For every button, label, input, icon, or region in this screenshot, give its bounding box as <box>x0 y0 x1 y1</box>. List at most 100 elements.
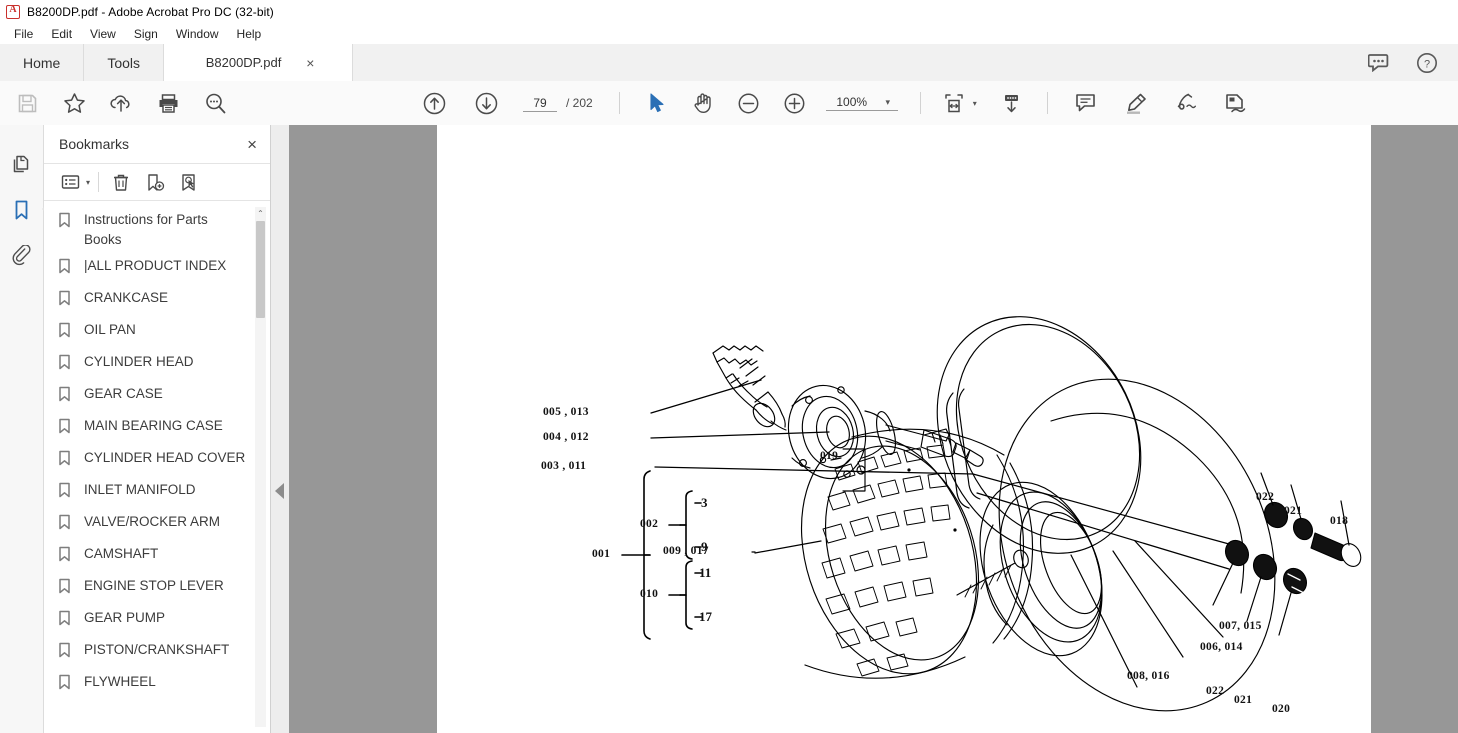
scroll-page-button[interactable] <box>995 87 1029 119</box>
diagram-label-004-012: 004 , 012 <box>543 431 589 443</box>
diagram-label-022-top: 022 <box>1256 491 1275 503</box>
bookmark-flag-icon <box>58 290 73 307</box>
close-icon[interactable]: × <box>303 56 317 70</box>
close-icon[interactable]: × <box>244 136 260 153</box>
scrollbar-thumb[interactable] <box>256 221 265 318</box>
next-page-button[interactable] <box>469 87 503 119</box>
bookmark-label: GEAR PUMP <box>84 610 166 625</box>
bookmark-label: FLYWHEEL <box>84 674 156 689</box>
list-item[interactable]: FLYWHEEL <box>44 669 270 701</box>
attachments-icon[interactable] <box>5 239 39 273</box>
document-viewport[interactable]: 005 , 013 004 , 012 003 , 011 019 001 00… <box>289 125 1458 733</box>
menu-sign[interactable]: Sign <box>125 25 167 43</box>
chevron-down-icon[interactable]: ▾ <box>878 97 898 108</box>
bookmark-flag-icon <box>58 386 73 403</box>
star-icon[interactable] <box>57 87 91 119</box>
trash-icon[interactable] <box>107 169 135 195</box>
bookmark-label: OIL PAN <box>84 322 136 337</box>
list-item[interactable]: OIL PAN <box>44 317 270 349</box>
bookmarks-toolbar: ▾ <box>44 164 270 201</box>
diagram-label-022-bottom: 022 <box>1206 685 1225 697</box>
zoom-level-control[interactable]: 100% ▾ <box>825 95 898 111</box>
fill-and-sign-icon[interactable] <box>1219 87 1253 119</box>
diagram-label-008-016: 008, 016 <box>1127 670 1170 682</box>
bookmark-flag-icon <box>58 514 73 531</box>
previous-page-button[interactable] <box>417 87 451 119</box>
menu-file[interactable]: File <box>5 25 42 43</box>
bookmark-flag-icon <box>58 322 73 339</box>
pdf-page: 005 , 013 004 , 012 003 , 011 019 001 00… <box>437 125 1371 733</box>
fit-page-chevron-down-icon[interactable]: ▾ <box>973 99 977 108</box>
bookmark-label: ENGINE STOP LEVER <box>84 578 224 593</box>
bookmark-flag-icon <box>58 674 73 691</box>
bookmarks-panel: Bookmarks × ▾ Instructions for Parts Boo… <box>44 125 271 733</box>
bookmark-flag-icon <box>58 642 73 659</box>
page-number-input[interactable] <box>523 94 557 112</box>
zoom-out-button[interactable] <box>732 87 766 119</box>
panel-splitter[interactable] <box>271 125 290 733</box>
bookmark-flag-icon <box>58 354 73 371</box>
bookmark-flag-icon <box>58 418 73 435</box>
sign-pen-icon[interactable] <box>1169 87 1203 119</box>
tab-strip: Home Tools B8200DP.pdf × ? <box>0 44 1458 82</box>
title-bar: B8200DP.pdf - Adobe Acrobat Pro DC (32-b… <box>0 0 1458 23</box>
bookmark-options-chevron-down-icon[interactable]: ▾ <box>86 178 90 187</box>
bookmark-options-icon[interactable] <box>56 169 84 195</box>
diagram-label-002: 002 <box>640 518 659 530</box>
list-item[interactable]: CYLINDER HEAD <box>44 349 270 381</box>
comment-icon[interactable] <box>1069 87 1103 119</box>
page-total-label: / 202 <box>566 96 593 110</box>
select-tool-button[interactable] <box>640 87 674 119</box>
diagram-label-019: 019 <box>820 450 839 462</box>
new-bookmark-icon[interactable] <box>141 169 169 195</box>
tab-home[interactable]: Home <box>0 44 85 81</box>
bookmark-label: Instructions for Parts Books <box>84 212 208 247</box>
list-item[interactable]: CYLINDER HEAD COVER <box>44 445 270 477</box>
tab-tools[interactable]: Tools <box>84 44 165 81</box>
collapse-panel-icon[interactable] <box>275 483 284 499</box>
diagram-label-005-013: 005 , 013 <box>543 406 589 418</box>
page-thumbnails-icon[interactable] <box>5 147 39 181</box>
goto-bookmark-icon[interactable] <box>175 169 203 195</box>
acrobat-icon <box>6 4 20 19</box>
list-item[interactable]: INLET MANIFOLD <box>44 477 270 509</box>
list-item[interactable]: VALVE/ROCKER ARM <box>44 509 270 541</box>
menu-edit[interactable]: Edit <box>42 25 81 43</box>
navigation-rail <box>0 125 50 733</box>
list-item[interactable]: CRANKCASE <box>44 285 270 317</box>
menu-window[interactable]: Window <box>167 25 228 43</box>
bookmarks-icon[interactable] <box>5 193 50 227</box>
print-icon[interactable] <box>151 87 185 119</box>
help-circle-icon[interactable]: ? <box>1414 50 1440 76</box>
cloud-upload-icon[interactable] <box>104 87 138 119</box>
diagram-label-018: 018 <box>1330 515 1349 527</box>
diagram-label-17: 17 <box>699 609 712 624</box>
bookmark-label: VALVE/ROCKER ARM <box>84 514 221 529</box>
list-item[interactable]: ENGINE STOP LEVER <box>44 573 270 605</box>
zoom-in-button[interactable] <box>778 87 812 119</box>
list-item[interactable]: MAIN BEARING CASE <box>44 413 270 445</box>
list-item[interactable]: PISTON/CRANKSHAFT <box>44 637 270 669</box>
bookmark-label: CAMSHAFT <box>84 546 159 561</box>
tab-document[interactable]: B8200DP.pdf × <box>164 44 354 81</box>
comment-balloon-icon[interactable] <box>1366 50 1392 76</box>
scroll-up-icon[interactable]: ⌃ <box>255 207 266 220</box>
menu-help[interactable]: Help <box>228 25 271 43</box>
menu-bar: File Edit View Sign Window Help <box>0 23 1458 44</box>
search-icon[interactable] <box>198 87 232 119</box>
diagram-label-003-011: 003 , 011 <box>541 460 587 472</box>
list-item[interactable]: GEAR CASE <box>44 381 270 413</box>
menu-view[interactable]: View <box>81 25 125 43</box>
bookmark-flag-icon <box>58 610 73 627</box>
bookmark-label: MAIN BEARING CASE <box>84 418 223 433</box>
list-item[interactable]: CAMSHAFT <box>44 541 270 573</box>
list-item[interactable]: GEAR PUMP <box>44 605 270 637</box>
bookmarks-list[interactable]: Instructions for Parts Books |ALL PRODUC… <box>44 201 270 733</box>
hand-tool-button[interactable] <box>686 87 720 119</box>
list-item[interactable]: Instructions for Parts Books <box>44 207 270 253</box>
fit-page-button[interactable] <box>937 87 971 119</box>
highlighter-icon[interactable] <box>1119 87 1153 119</box>
save-icon[interactable] <box>10 87 44 119</box>
list-item[interactable]: |ALL PRODUCT INDEX <box>44 253 270 285</box>
bookmarks-scrollbar[interactable]: ⌃ <box>255 207 266 727</box>
